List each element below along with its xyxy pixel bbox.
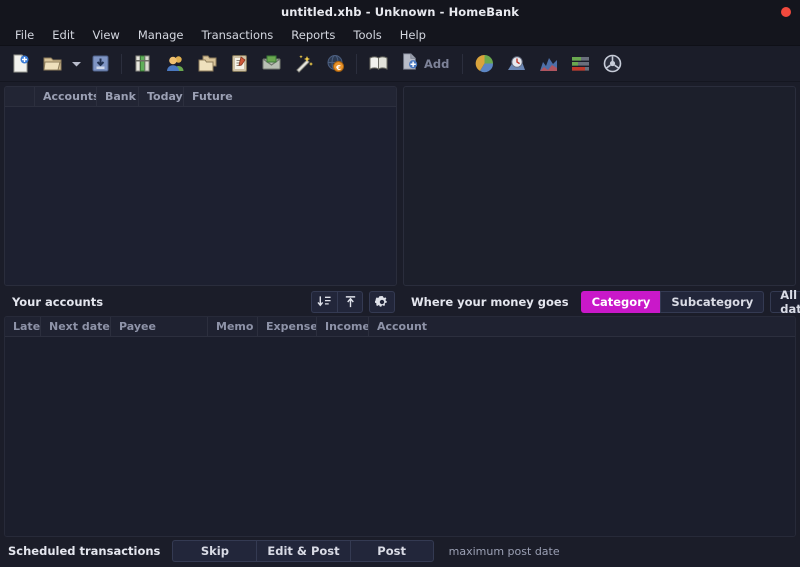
- accounts-col-accounts[interactable]: Accounts: [35, 87, 97, 106]
- sched-col-next-date[interactable]: Next date: [41, 317, 111, 336]
- sched-col-income[interactable]: Income: [317, 317, 369, 336]
- toolbar-separator-3: [462, 53, 464, 74]
- collapse-all-icon[interactable]: [337, 290, 363, 313]
- expand-all-icon[interactable]: [311, 290, 337, 313]
- accounts-list[interactable]: Accounts Bank Today Future: [4, 86, 397, 286]
- open-folder-icon[interactable]: [37, 50, 67, 78]
- chart-pane-footer: Where your money goes Category Subcatego…: [403, 286, 800, 316]
- toolbar: € Add: [0, 46, 800, 82]
- toolbar-separator-1: [121, 53, 122, 74]
- accounts-column-headers: Accounts Bank Today Future: [5, 87, 396, 107]
- close-icon[interactable]: [781, 7, 791, 17]
- account-book-icon[interactable]: [363, 50, 393, 78]
- scheduled-actions: Skip Edit & Post Post: [172, 540, 434, 562]
- date-range-select[interactable]: All date: [770, 287, 800, 316]
- add-transaction-label: Add: [424, 56, 450, 71]
- trend-time-icon[interactable]: [501, 50, 531, 78]
- accounts-col-today[interactable]: Today: [139, 87, 184, 106]
- scheduled-column-headers: Late Next date Payee Memo Expense Income…: [5, 317, 795, 337]
- accounts-tree-controls: [311, 290, 363, 313]
- vehicle-cost-icon[interactable]: [597, 50, 627, 78]
- sched-col-expense[interactable]: Expense: [258, 317, 317, 336]
- accounts-books-icon[interactable]: [128, 50, 158, 78]
- toolbar-separator-2: [356, 53, 357, 74]
- scheduled-list-body[interactable]: [5, 337, 795, 536]
- menu-item-view[interactable]: View: [84, 26, 129, 44]
- svg-text:€: €: [335, 64, 341, 72]
- payees-people-icon[interactable]: [160, 50, 190, 78]
- edit-and-post-button[interactable]: Edit & Post: [256, 540, 350, 562]
- maximum-post-date-label: maximum post date: [448, 544, 560, 558]
- skip-button[interactable]: Skip: [172, 540, 257, 562]
- balance-chart-icon[interactable]: [533, 50, 563, 78]
- scheduled-pane-title: Scheduled transactions: [8, 544, 161, 558]
- top-panes: Accounts Bank Today Future Your accounts: [0, 82, 800, 316]
- menu-bar: File Edit View Manage Transactions Repor…: [0, 24, 800, 46]
- scheduled-clipboard-icon[interactable]: [224, 50, 254, 78]
- gear-icon[interactable]: [369, 290, 395, 313]
- accounts-pane-title: Your accounts: [12, 294, 104, 309]
- accounts-col-status[interactable]: [5, 87, 35, 106]
- sched-col-account[interactable]: Account: [369, 317, 795, 336]
- accounts-list-body[interactable]: [5, 107, 396, 285]
- menu-item-edit[interactable]: Edit: [43, 26, 83, 44]
- chart-pane-title: Where your money goes: [411, 294, 569, 309]
- menu-item-tools[interactable]: Tools: [344, 26, 390, 44]
- menu-item-help[interactable]: Help: [391, 26, 435, 44]
- magic-wand-icon[interactable]: [288, 50, 318, 78]
- date-range-value: All date: [780, 287, 800, 316]
- pie-chart-icon[interactable]: [469, 50, 499, 78]
- post-button[interactable]: Post: [349, 540, 434, 562]
- toggle-category[interactable]: Category: [580, 290, 661, 313]
- categories-folders-icon[interactable]: [192, 50, 222, 78]
- sched-col-late[interactable]: Late: [5, 317, 41, 336]
- add-transaction-icon: [400, 52, 419, 75]
- accounts-col-future[interactable]: Future: [184, 87, 396, 106]
- title-bar: untitled.xhb - Unknown - HomeBank: [0, 0, 800, 24]
- menu-item-reports[interactable]: Reports: [282, 26, 344, 44]
- accounts-pane: Accounts Bank Today Future Your accounts: [4, 86, 397, 314]
- budget-bars-icon[interactable]: [565, 50, 595, 78]
- toggle-subcategory[interactable]: Subcategory: [660, 290, 765, 313]
- sched-col-payee[interactable]: Payee: [111, 317, 208, 336]
- sched-col-memo[interactable]: Memo: [208, 317, 258, 336]
- status-bar: Scheduled transactions Skip Edit & Post …: [0, 537, 800, 567]
- scheduled-list[interactable]: Late Next date Payee Memo Expense Income…: [4, 316, 796, 537]
- where-money-goes-chart[interactable]: [403, 86, 796, 286]
- menu-item-manage[interactable]: Manage: [129, 26, 193, 44]
- menu-item-transactions[interactable]: Transactions: [193, 26, 283, 44]
- chart-grouping-toggle: Category Subcategory: [580, 290, 765, 313]
- accounts-pane-footer: Your accounts: [4, 286, 397, 314]
- chevron-down-icon[interactable]: [68, 50, 84, 78]
- scheduled-pane: Late Next date Payee Memo Expense Income…: [0, 314, 800, 537]
- budget-envelope-icon[interactable]: [256, 50, 286, 78]
- new-document-icon[interactable]: [5, 50, 35, 78]
- add-transaction-button[interactable]: Add: [395, 50, 456, 78]
- save-disk-icon[interactable]: [85, 50, 115, 78]
- accounts-col-bank[interactable]: Bank: [97, 87, 139, 106]
- currency-globe-icon[interactable]: €: [320, 50, 350, 78]
- window-title: untitled.xhb - Unknown - HomeBank: [280, 5, 520, 19]
- menu-item-file[interactable]: File: [6, 26, 43, 44]
- chart-pane: Where your money goes Category Subcatego…: [403, 86, 800, 316]
